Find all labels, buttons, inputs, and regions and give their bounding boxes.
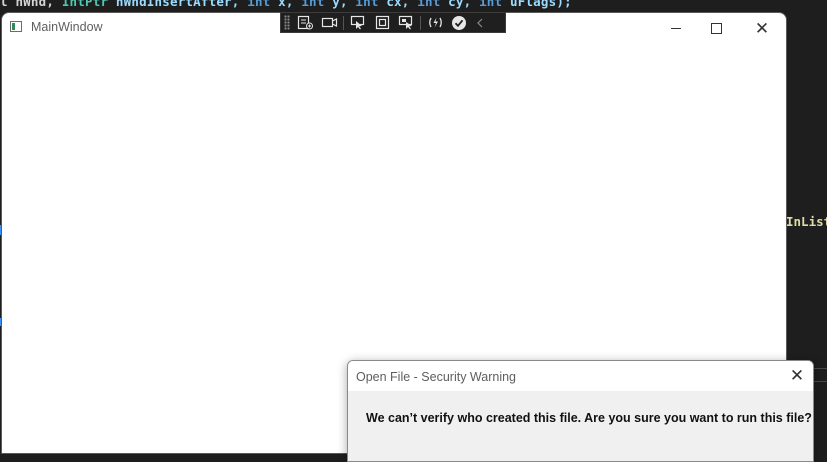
code-token-type: IntPtr — [61, 0, 109, 9]
code-token: l hWnd, — [0, 0, 62, 9]
collapse-toolbar-button[interactable] — [471, 13, 489, 32]
code-token-keyword: int — [355, 0, 379, 9]
window-title: MainWindow — [31, 20, 103, 34]
code-token: hWndInsertAfter, — [108, 0, 248, 9]
hot-reload-icon — [428, 17, 442, 28]
dialog-title: Open File - Security Warning — [356, 370, 517, 384]
track-focus-icon — [398, 15, 412, 30]
checkmark-icon — [452, 15, 466, 30]
xaml-debug-toolbar[interactable] — [280, 12, 506, 33]
display-layout-adorners-button[interactable] — [370, 13, 394, 32]
dialog-question-text: We can’t verify who created this file. A… — [366, 411, 812, 425]
security-warning-dialog[interactable]: Open File - Security Warning ✕ We can’t … — [347, 360, 814, 462]
code-token-keyword: int — [479, 0, 503, 9]
toolbar-grip-handle[interactable] — [284, 15, 290, 30]
minimize-icon — [671, 27, 681, 29]
select-element-icon — [350, 15, 364, 30]
dialog-close-button[interactable]: ✕ — [785, 364, 809, 388]
code-token: uFlags); — [502, 0, 572, 9]
hot-reload-button[interactable] — [423, 13, 447, 32]
capture-button[interactable] — [317, 13, 341, 32]
code-token-keyword: int — [247, 0, 271, 9]
track-focus-button[interactable] — [394, 13, 418, 32]
dialog-titlebar[interactable]: Open File - Security Warning ✕ — [348, 361, 813, 391]
code-token: cy, — [440, 0, 480, 9]
close-icon: ✕ — [789, 366, 805, 385]
live-visual-tree-icon — [297, 15, 313, 30]
select-element-button[interactable] — [346, 13, 370, 32]
binding-failures-button[interactable] — [447, 13, 471, 32]
close-icon: ✕ — [754, 18, 770, 38]
dialog-body: We can’t verify who created this file. A… — [348, 391, 813, 461]
code-token: cx, — [378, 0, 418, 9]
live-visual-tree-button[interactable] — [293, 13, 317, 32]
code-side-text: InList — [786, 214, 827, 229]
code-line-top: l hWnd, IntPtr hWndInsertAfter, int x, i… — [0, 0, 572, 10]
collapse-chevron-icon — [477, 18, 483, 27]
display-layout-adorners-icon — [375, 15, 389, 30]
app-window-icon — [10, 21, 22, 32]
close-button[interactable]: ✕ — [739, 13, 785, 43]
code-token-keyword: int — [417, 0, 441, 9]
maximize-button[interactable] — [693, 13, 739, 43]
toolbar-separator — [343, 15, 344, 30]
toolbar-separator — [420, 15, 421, 30]
code-token-keyword: int — [301, 0, 325, 9]
maximize-icon — [710, 22, 722, 34]
camera-icon — [321, 17, 337, 28]
code-token: x, — [270, 0, 302, 9]
code-token: y, — [324, 0, 356, 9]
